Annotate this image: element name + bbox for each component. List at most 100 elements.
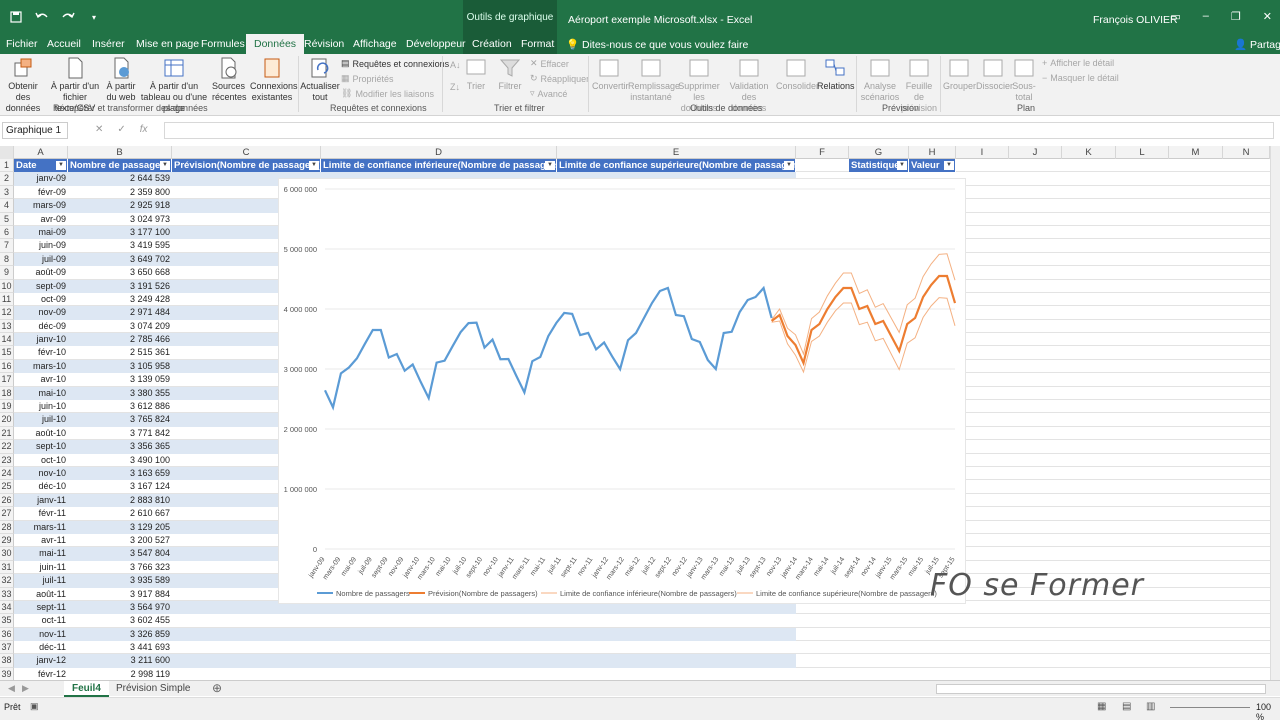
normal-view-icon[interactable]: ▦ <box>1097 701 1106 712</box>
zoom-level[interactable]: 100 % <box>1256 702 1280 722</box>
column-header-d[interactable]: D <box>321 146 557 159</box>
recent-sources-button[interactable]: Sources récentes <box>212 57 247 103</box>
row-header[interactable]: 17 <box>0 373 14 387</box>
row-header[interactable]: 9 <box>0 266 14 280</box>
cell-passagers[interactable]: 3 564 970 <box>68 601 172 614</box>
ribbon-display-icon[interactable]: ▭ <box>1170 10 1180 23</box>
group-button[interactable]: Grouper <box>943 57 976 92</box>
row-header[interactable]: 18 <box>0 386 14 401</box>
horizontal-scrollbar[interactable] <box>936 684 1266 694</box>
table-row[interactable]: janv-12 3 211 600 <box>14 654 1270 668</box>
row-header[interactable]: 27 <box>0 507 14 521</box>
cell-date[interactable]: févr-11 <box>14 507 68 520</box>
column-header-i[interactable]: I <box>956 146 1009 159</box>
queries-connections-button[interactable]: ▤ Requêtes et connexions <box>341 58 449 69</box>
filter-dropdown-icon[interactable]: ▼ <box>944 161 954 170</box>
row-header[interactable]: 13 <box>0 319 14 334</box>
cell-passagers[interactable]: 3 766 323 <box>68 561 172 574</box>
redo-icon[interactable] <box>60 9 76 25</box>
cell-date[interactable]: oct-11 <box>14 614 68 627</box>
cell-date[interactable]: févr-12 <box>14 668 68 680</box>
table-row[interactable]: oct-11 3 602 455 <box>14 614 1270 628</box>
text-to-columns-button[interactable]: Convertir <box>592 57 629 92</box>
cell-passagers[interactable]: 2 785 466 <box>68 333 172 346</box>
row-header[interactable]: 15 <box>0 346 14 360</box>
vertical-scrollbar[interactable] <box>1270 146 1280 680</box>
macro-record-icon[interactable]: ▣ <box>30 701 39 712</box>
cell-date[interactable]: nov-11 <box>14 628 68 641</box>
sort-za-icon[interactable]: Z↓ <box>450 82 460 92</box>
get-data-button[interactable]: Obtenir des données <box>2 57 44 114</box>
enter-icon[interactable]: ✓ <box>117 124 125 135</box>
refresh-all-button[interactable]: Actualiser tout <box>300 57 340 103</box>
cell-passagers[interactable]: 2 610 667 <box>68 507 172 520</box>
row-header[interactable]: 35 <box>0 614 14 628</box>
cell-passagers[interactable]: 2 359 800 <box>68 186 172 199</box>
cell-passagers[interactable]: 3 649 702 <box>68 253 172 266</box>
minimize-icon[interactable]: – <box>1203 10 1209 23</box>
hide-detail-button[interactable]: − Masquer le détail <box>1042 73 1119 83</box>
cell-passagers[interactable]: 2 515 361 <box>68 346 172 359</box>
cell-passagers[interactable]: 3 326 859 <box>68 628 172 641</box>
cell-date[interactable]: mars-09 <box>14 199 68 212</box>
filter-dropdown-icon[interactable]: ▼ <box>545 161 555 170</box>
row-header[interactable]: 30 <box>0 547 14 561</box>
clear-button[interactable]: ✕ Effacer <box>530 58 569 69</box>
page-layout-icon[interactable]: ▤ <box>1122 701 1131 712</box>
row-header[interactable]: 8 <box>0 252 14 267</box>
cell-date[interactable]: nov-09 <box>14 306 68 319</box>
cell-passagers[interactable]: 3 074 209 <box>68 320 172 333</box>
cell-date[interactable]: juin-11 <box>14 561 68 574</box>
cell-date[interactable]: mai-09 <box>14 226 68 239</box>
cell-date[interactable]: sept-09 <box>14 280 68 293</box>
row-header[interactable]: 25 <box>0 480 14 494</box>
table-row[interactable]: nov-11 3 326 859 <box>14 627 1270 642</box>
cell-date[interactable]: oct-10 <box>14 454 68 467</box>
restore-icon[interactable]: ❐ <box>1231 10 1241 23</box>
cell-date[interactable]: mars-11 <box>14 521 68 534</box>
tab-fichier[interactable]: Fichier <box>6 38 38 50</box>
filter-dropdown-icon[interactable]: ▼ <box>784 161 794 170</box>
flash-fill-button[interactable]: Remplissage instantané <box>628 57 680 103</box>
cell-passagers[interactable]: 3 771 842 <box>68 427 172 440</box>
select-all-corner[interactable] <box>0 146 14 159</box>
cell-passagers[interactable]: 3 105 958 <box>68 360 172 373</box>
cell-passagers[interactable]: 3 650 668 <box>68 266 172 279</box>
cell-passagers[interactable]: 3 490 100 <box>68 454 172 467</box>
row-header[interactable]: 24 <box>0 466 14 481</box>
subtotal-button[interactable]: Sous-total <box>1011 57 1037 103</box>
column-header-b[interactable]: B <box>68 146 172 159</box>
tab-inserer[interactable]: Insérer <box>92 38 125 50</box>
cell-date[interactable]: avr-10 <box>14 373 68 386</box>
row-header[interactable]: 31 <box>0 560 14 575</box>
cell-date[interactable]: sept-11 <box>14 601 68 614</box>
row-header[interactable]: 20 <box>0 413 14 427</box>
column-header-n[interactable]: N <box>1223 146 1270 159</box>
column-header-f[interactable]: F <box>796 146 849 159</box>
cell-passagers[interactable]: 3 167 124 <box>68 480 172 493</box>
existing-connections-button[interactable]: Connexions existantes <box>250 57 298 103</box>
cell-passagers[interactable]: 3 129 205 <box>68 521 172 534</box>
sheet-tab-feuil4[interactable]: Feuil4 <box>64 681 109 697</box>
filter-dropdown-icon[interactable]: ▼ <box>309 161 319 170</box>
forecast-chart[interactable]: 0 1 000 000 2 000 000 3 000 000 4 000 000 5 0… <box>278 178 966 604</box>
cell-date[interactable]: janv-10 <box>14 333 68 346</box>
cell-date[interactable]: nov-10 <box>14 467 68 480</box>
row-header[interactable]: 5 <box>0 212 14 226</box>
tab-affichage[interactable]: Affichage <box>353 38 397 50</box>
cell-date[interactable]: févr-10 <box>14 346 68 359</box>
cell-date[interactable]: juin-09 <box>14 239 68 252</box>
cell-date[interactable]: janv-11 <box>14 494 68 507</box>
column-header-l[interactable]: L <box>1116 146 1169 159</box>
user-name[interactable]: François OLIVIER <box>1093 14 1178 26</box>
header-statistique[interactable]: Statistique ▼ <box>849 159 909 173</box>
cell-date[interactable]: sept-10 <box>14 440 68 453</box>
properties-button[interactable]: ▦ Propriétés <box>341 73 394 84</box>
cell-date[interactable]: août-09 <box>14 266 68 279</box>
row-header[interactable]: 37 <box>0 641 14 655</box>
formula-input[interactable] <box>164 122 1274 139</box>
cell-passagers[interactable]: 3 602 455 <box>68 614 172 627</box>
tab-formules[interactable]: Formules <box>201 38 245 50</box>
cell-passagers[interactable]: 2 644 539 <box>68 172 172 185</box>
cell-date[interactable]: janv-12 <box>14 654 68 667</box>
